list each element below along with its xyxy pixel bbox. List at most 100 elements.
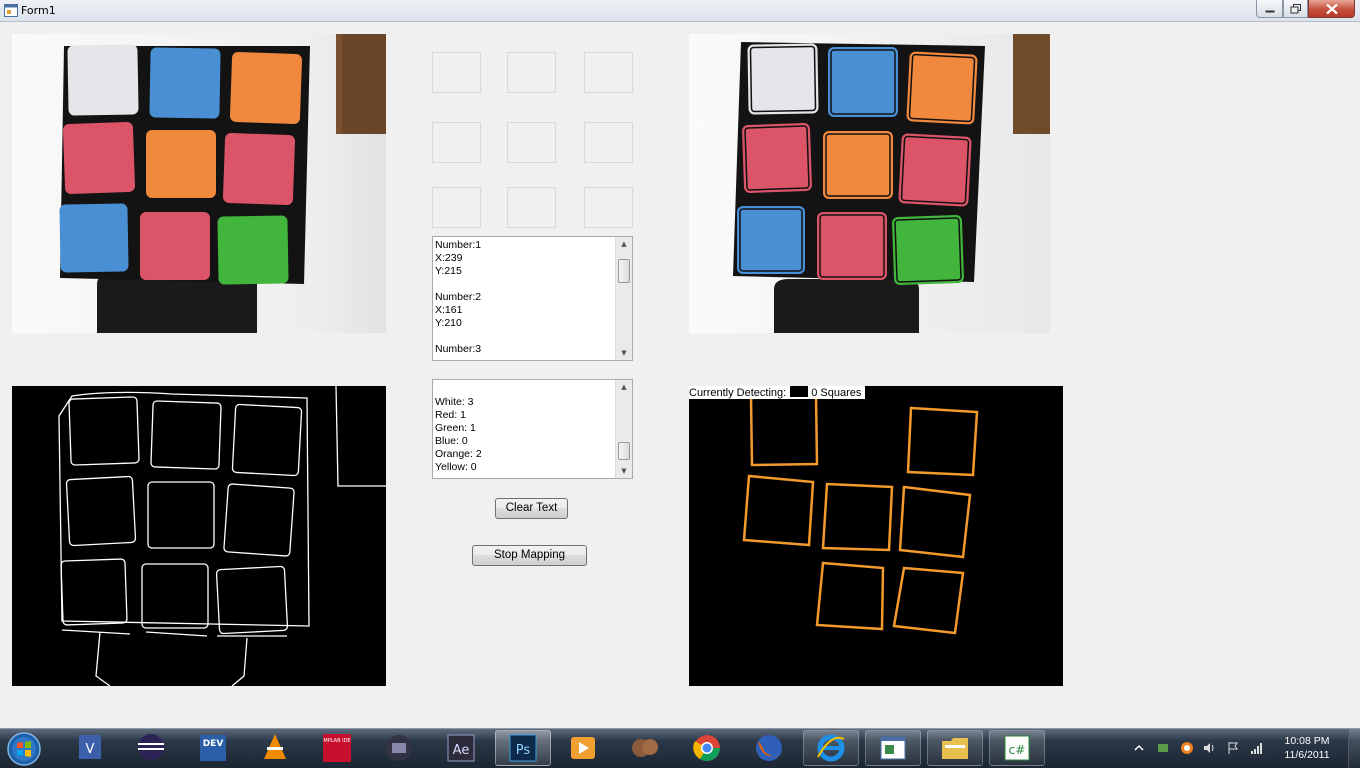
taskbar-button-after-effects[interactable]: Ae xyxy=(433,730,489,766)
detected-square xyxy=(815,561,885,631)
svg-text:V: V xyxy=(86,742,95,757)
facelet-green xyxy=(217,215,289,285)
mplab-ide-icon: MPLAB IDE xyxy=(323,734,351,762)
scroll-down-icon[interactable]: ▼ xyxy=(616,464,632,478)
text-line xyxy=(433,278,632,291)
text-line: Blue: 0 xyxy=(435,435,468,447)
color-slot-3 xyxy=(584,52,633,93)
taskbar-button-vs4[interactable]: V xyxy=(62,730,118,766)
detected-square xyxy=(892,566,965,635)
text-line: Number:3 xyxy=(435,343,482,355)
facelet-red xyxy=(742,123,812,193)
camera-image-original xyxy=(12,34,386,333)
taskbar-button-mplab-ide[interactable]: MPLAB IDE xyxy=(309,730,365,766)
taskbar-button-eclipse[interactable] xyxy=(123,730,179,766)
minimize-button[interactable] xyxy=(1256,0,1283,18)
clock-date: 11/6/2011 xyxy=(1284,749,1330,761)
facelet-orange xyxy=(906,51,978,125)
taskbar-button-media-player[interactable] xyxy=(555,730,611,766)
taskbar-button-internet-explorer[interactable] xyxy=(803,730,859,766)
text-line: Green: 1 xyxy=(435,422,476,434)
facelet-blue xyxy=(149,47,221,119)
close-icon xyxy=(1325,3,1338,14)
facelet-orange xyxy=(230,52,302,124)
clear-text-button[interactable]: Clear Text xyxy=(495,498,568,519)
action-center-flag-icon[interactable] xyxy=(1226,741,1240,755)
text-line: Orange: 2 xyxy=(435,448,482,460)
coordinates-textbox[interactable]: Number:1 X:239 Y:215 Number:2 X:161 Y:210 Numb… xyxy=(432,236,633,361)
close-button[interactable] xyxy=(1308,0,1355,18)
counts-scrollbar[interactable]: ▲ ▼ xyxy=(615,380,632,478)
scroll-down-icon[interactable]: ▼ xyxy=(616,346,632,360)
taskbar-button-devcpp[interactable]: DEV xyxy=(185,730,241,766)
photoshop-icon: Ps xyxy=(509,734,537,762)
text-line: X:239 xyxy=(435,252,463,264)
svg-text:Ps: Ps xyxy=(516,743,531,758)
svg-text:MPLAB IDE: MPLAB IDE xyxy=(323,738,350,744)
taskbar-button-file-explorer[interactable] xyxy=(927,730,983,766)
detection-count: 0 Squares xyxy=(811,387,862,399)
chrome-icon xyxy=(693,735,721,762)
signal-strength-icon[interactable] xyxy=(1250,741,1264,755)
system-clock[interactable]: 10:08 PM 11/6/2011 xyxy=(1272,734,1342,762)
facelet-red xyxy=(898,133,972,207)
camera-image-detected xyxy=(689,34,1050,333)
minimize-icon xyxy=(1265,10,1274,12)
taskbar-button-cookies[interactable] xyxy=(617,730,673,766)
svg-text:c#: c# xyxy=(1009,743,1026,757)
text-line: Yellow: 0 xyxy=(435,461,477,473)
detected-square xyxy=(749,394,819,467)
text-line: White: 3 xyxy=(435,396,474,408)
color-counts-textbox[interactable]: White: 3 Red: 1 Green: 1 Blue: 0 Orange: 2 Ye… xyxy=(432,379,633,479)
restore-button[interactable] xyxy=(1283,0,1308,18)
taskbar-button-vlc[interactable] xyxy=(247,730,303,766)
cookies-icon xyxy=(632,739,658,757)
window-title: Form1 xyxy=(21,4,56,17)
taskbar-button-remote[interactable] xyxy=(371,730,427,766)
vlc-icon xyxy=(264,734,286,759)
taskbar-button-form-app[interactable] xyxy=(865,730,921,766)
detection-label: Currently Detecting: xyxy=(689,387,787,399)
color-slot-8 xyxy=(507,187,556,228)
color-slot-4 xyxy=(432,122,481,163)
facelet-red xyxy=(140,212,210,280)
volume-icon[interactable] xyxy=(1202,741,1216,755)
media-player-icon xyxy=(571,737,595,759)
scroll-thumb[interactable] xyxy=(618,259,630,283)
show-desktop-button[interactable] xyxy=(1348,729,1360,768)
facelet-blue xyxy=(828,47,898,117)
taskbar-button-chrome[interactable] xyxy=(679,730,735,766)
facelet-orange xyxy=(823,131,893,199)
text-line: Red: 1 xyxy=(435,409,466,421)
csharp-icon: c# xyxy=(1004,735,1030,761)
detected-square xyxy=(742,474,815,547)
taskbar-button-firefox[interactable] xyxy=(741,730,797,766)
scroll-up-icon[interactable]: ▲ xyxy=(616,380,632,394)
network-adapter-icon[interactable] xyxy=(1156,741,1170,755)
title-bar xyxy=(0,0,1360,22)
color-slot-9 xyxy=(584,187,633,228)
facelet-blue xyxy=(737,206,805,274)
stop-mapping-button[interactable]: Stop Mapping xyxy=(472,545,587,566)
facelet-red xyxy=(63,122,135,194)
detected-square xyxy=(821,482,894,552)
firefox-icon xyxy=(756,735,782,761)
internet-explorer-icon xyxy=(817,734,845,762)
text-line: Number:2 xyxy=(435,291,482,303)
devcpp-icon: DEV xyxy=(200,735,226,761)
svg-text:Ae: Ae xyxy=(453,743,470,758)
coordinates-scrollbar[interactable]: ▲ ▼ xyxy=(615,237,632,360)
facelet-blue xyxy=(59,203,129,273)
scroll-up-icon[interactable]: ▲ xyxy=(616,237,632,251)
scroll-thumb[interactable] xyxy=(618,442,630,460)
facelet-red xyxy=(817,212,887,280)
form-icon xyxy=(4,4,18,17)
text-line: Y:215 xyxy=(435,265,462,277)
detected-square xyxy=(906,406,979,477)
avast-icon[interactable] xyxy=(1180,741,1194,755)
start-button[interactable] xyxy=(4,730,44,768)
taskbar-button-photoshop[interactable]: Ps xyxy=(495,730,551,766)
show-hidden-icons[interactable] xyxy=(1132,741,1146,755)
taskbar-button-csharp[interactable]: c# xyxy=(989,730,1045,766)
detection-status: Currently Detecting: 0 Squares xyxy=(689,386,866,399)
